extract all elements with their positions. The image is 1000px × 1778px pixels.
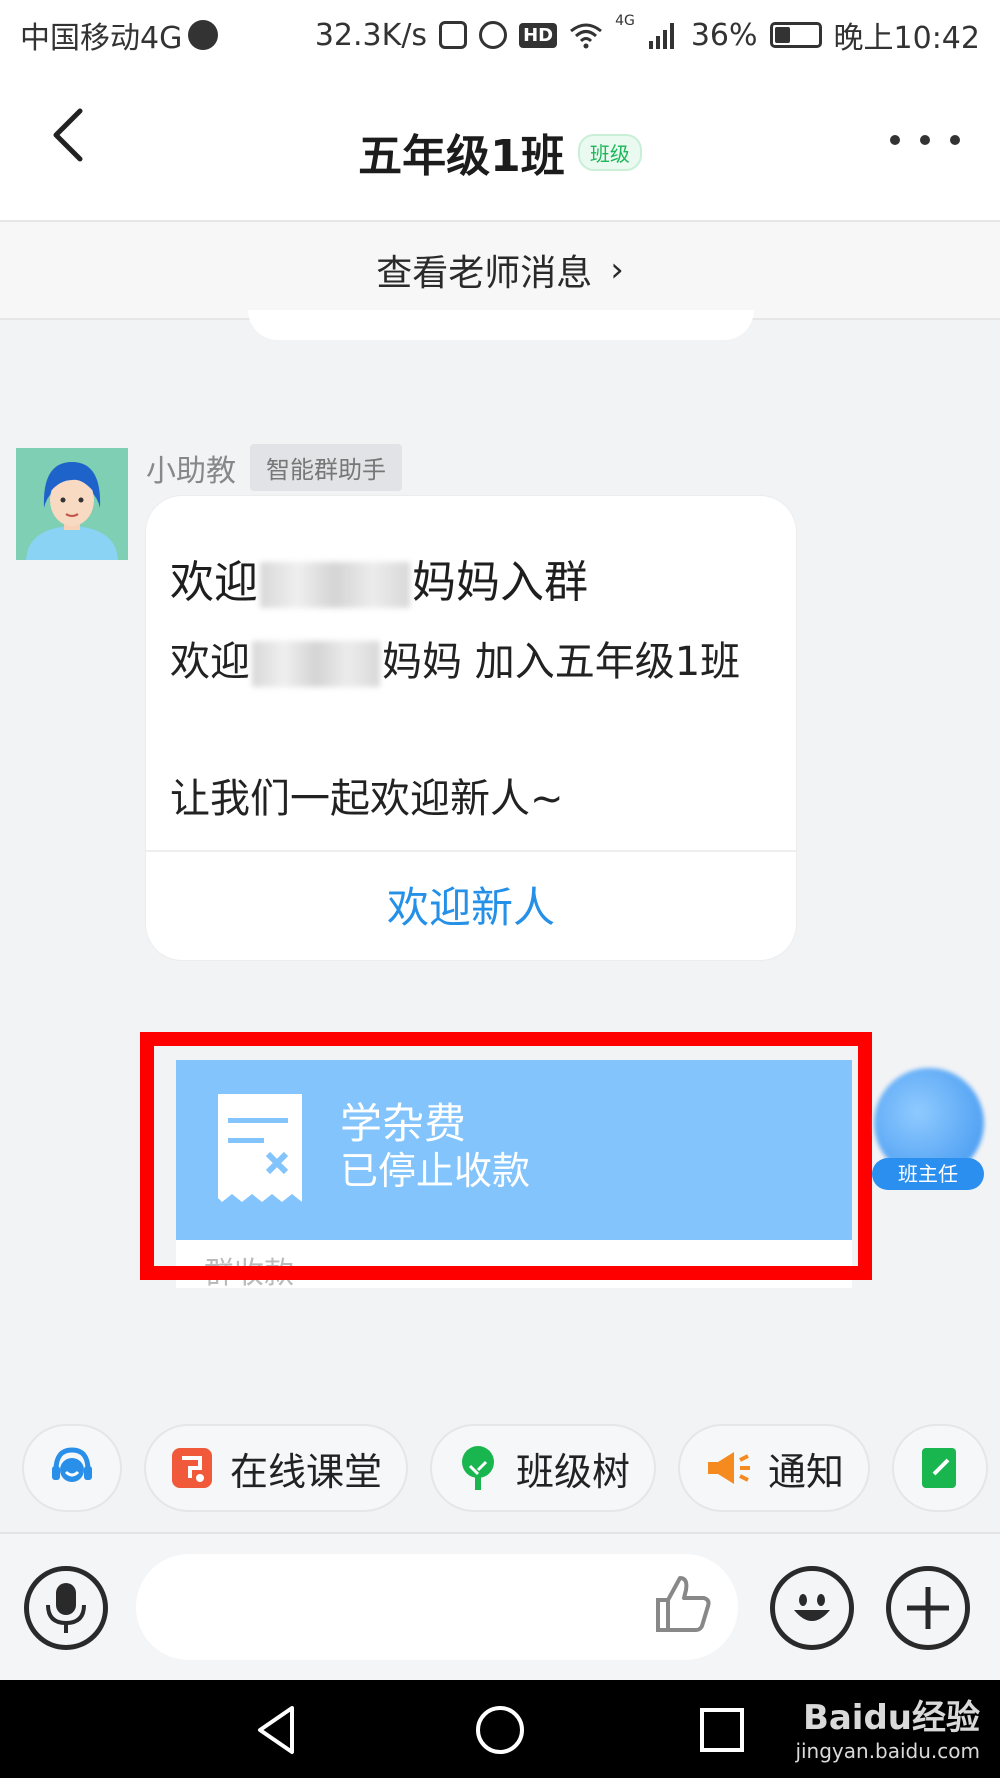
tool-online-class-label: 在线课堂 (230, 1449, 383, 1494)
teacher-messages-label: 查看老师消息 (376, 253, 593, 294)
chevron-right-icon: › (610, 250, 624, 290)
headset-icon (52, 1447, 92, 1482)
welcome-invite: 让我们一起欢迎新人~ (170, 776, 564, 822)
network-speed: 32.3K/s (314, 17, 428, 53)
nav-back-icon[interactable] (248, 1700, 308, 1760)
baidu-watermark: Baidu经验 jingyan.baidu.com (795, 1690, 980, 1763)
view-teacher-messages-button[interactable]: 查看老师消息 › (0, 222, 1000, 320)
plus-icon (907, 1587, 949, 1629)
megaphone-icon (708, 1452, 751, 1484)
tool-customer-service[interactable] (22, 1424, 122, 1512)
homework-icon (922, 1448, 957, 1488)
tool-homework[interactable] (892, 1424, 989, 1512)
welcome-headline: 欢迎 妈妈入群 (170, 546, 588, 610)
tool-notice[interactable]: 通知 (678, 1424, 871, 1512)
assistant-avatar[interactable] (16, 448, 128, 560)
message-input-bar (0, 1532, 1000, 1680)
online-class-icon (172, 1448, 212, 1488)
redacted-name (252, 641, 380, 687)
teacher-role-badge: 班主任 (872, 1158, 984, 1190)
chat-header: 五年级1班 班级 (0, 70, 1000, 222)
wifi-icon (570, 23, 603, 49)
welcome-body-suffix: 妈妈 加入五年级1班 (382, 639, 741, 685)
alarm-icon (479, 21, 508, 49)
battery-percent: 36% (690, 17, 758, 53)
welcome-message-card: 欢迎 妈妈入群 欢迎 妈妈 加入五年级1班 让我们一起欢迎新人~ 欢迎新人 (146, 496, 796, 960)
vibrate-icon (439, 21, 468, 49)
sender-name: 小助教 (146, 453, 236, 489)
previous-message-bubble (248, 310, 754, 340)
sender-row: 小助教 智能群助手 (146, 444, 402, 491)
status-right: 32.3K/s HD 4G 36% 晚上10:42 (315, 13, 980, 57)
tool-class-tree[interactable]: 班级树 (430, 1424, 657, 1512)
hd-icon: HD (519, 22, 558, 48)
status-bar: 中国移动4G 32.3K/s HD 4G 36% 晚上10:42 (0, 0, 1000, 70)
nav-home-icon[interactable] (470, 1700, 530, 1760)
tool-online-class[interactable]: 在线课堂 (144, 1424, 409, 1512)
welcome-body: 欢迎 妈妈 加入五年级1班 (170, 630, 770, 694)
title-area: 五年级1班 班级 (0, 120, 1000, 184)
carrier-name: 中国移动4G (20, 21, 183, 56)
sender-tag: 智能群助手 (250, 444, 402, 491)
welcome-body-prefix: 欢迎 (170, 639, 250, 685)
tool-notice-label: 通知 (768, 1449, 845, 1494)
thumbs-up-icon[interactable] (650, 1572, 714, 1636)
redacted-name (260, 562, 410, 608)
welcome-headline-suffix: 妈妈入群 (412, 557, 588, 608)
class-tag: 班级 (577, 133, 642, 171)
more-functions-button[interactable] (886, 1566, 970, 1650)
system-nav-bar: Baidu经验 jingyan.baidu.com (0, 1680, 1000, 1778)
emoji-button[interactable] (770, 1566, 854, 1650)
welcome-newcomer-button[interactable]: 欢迎新人 (146, 874, 796, 935)
highlight-box (140, 1032, 872, 1280)
location-icon (188, 20, 219, 50)
tool-class-tree-label: 班级树 (516, 1449, 631, 1494)
watermark-brand: Baidu经验 (802, 1698, 980, 1738)
message-input[interactable] (136, 1554, 738, 1660)
nav-recents-icon[interactable] (692, 1700, 752, 1760)
smiley-icon (794, 1594, 830, 1621)
page-title: 五年级1班 (358, 131, 565, 182)
microphone-icon (46, 1583, 86, 1633)
quick-tools-bar: 在线课堂 班级树 通知 (0, 1420, 1000, 1516)
clock: 晚上10:42 (833, 21, 980, 56)
assistant-avatar-icon (16, 448, 128, 560)
watermark-url: jingyan.baidu.com (795, 1739, 980, 1763)
card-divider (146, 850, 796, 852)
tree-icon (462, 1446, 495, 1490)
signal-icon (648, 23, 674, 49)
voice-button[interactable] (24, 1566, 108, 1650)
network-type: 4G (615, 13, 635, 29)
more-options-icon[interactable] (890, 125, 960, 155)
battery-icon (769, 22, 822, 48)
welcome-headline-prefix: 欢迎 (170, 557, 258, 608)
